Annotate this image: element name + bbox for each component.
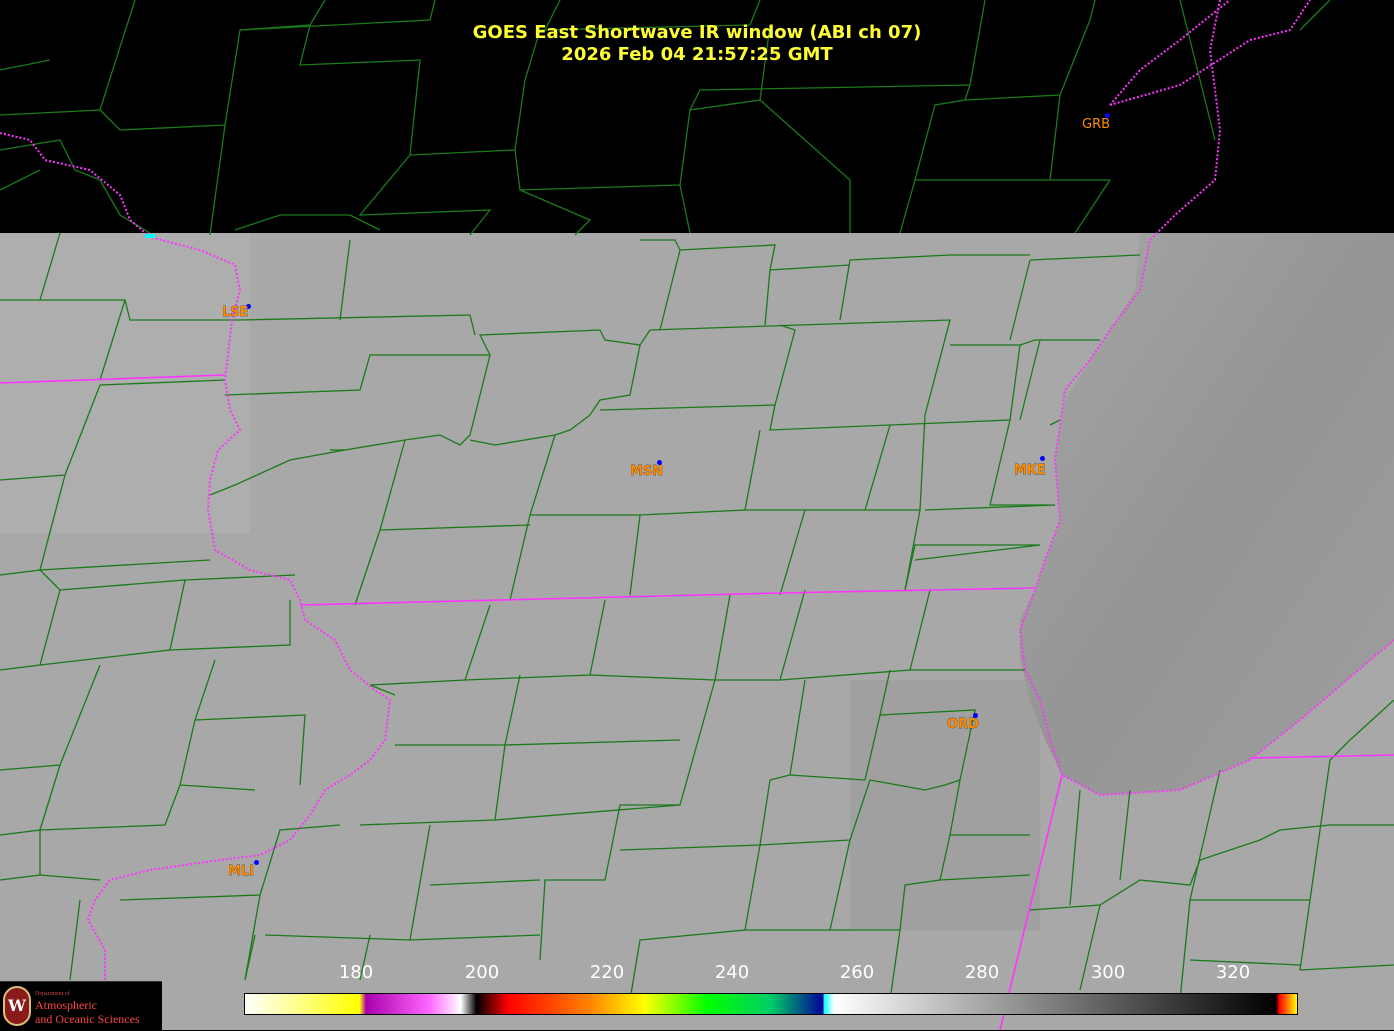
station-label-lse: LSE	[222, 305, 249, 320]
colorbar-tick-label: 180	[338, 962, 374, 983]
colorbar-tick-label: 260	[839, 962, 875, 983]
uw-seal-icon: W	[3, 986, 31, 1026]
cyan-pixel-marker	[145, 234, 155, 238]
colorbar-tick-label: 300	[1090, 962, 1126, 983]
station-dot-mke	[1040, 456, 1045, 461]
station-label-mke: MKE	[1014, 463, 1046, 478]
colorbar-tick-label: 320	[1215, 962, 1251, 983]
logo-dept-text: Department of	[35, 991, 70, 997]
temperature-colorbar	[244, 993, 1298, 1015]
colorbar-tick-label: 220	[589, 962, 625, 983]
station-dot-mli	[254, 860, 259, 865]
satellite-map	[0, 0, 1394, 1030]
station-label-mli: MLI	[228, 864, 255, 879]
colorbar-tick-label: 240	[714, 962, 750, 983]
logo-line2: and Oceanic Sciences	[35, 1012, 140, 1026]
station-label-ord: ORD	[947, 717, 979, 732]
imagery-shade-chicago	[850, 680, 1040, 930]
station-label-msn: MSN	[630, 464, 664, 479]
logo-line1: Atmospheric	[35, 998, 97, 1012]
colorbar-tick-label: 280	[964, 962, 1000, 983]
aos-logo: W Department of Atmospheric and Oceanic …	[0, 981, 162, 1031]
station-label-grb: GRB	[1082, 117, 1111, 132]
image-timestamp: 2026 Feb 04 21:57:25 GMT	[561, 44, 833, 65]
imagery-shade-nw	[0, 233, 250, 533]
image-title: GOES East Shortwave IR window (ABI ch 07…	[472, 22, 922, 43]
colorbar-tick-label: 200	[464, 962, 500, 983]
